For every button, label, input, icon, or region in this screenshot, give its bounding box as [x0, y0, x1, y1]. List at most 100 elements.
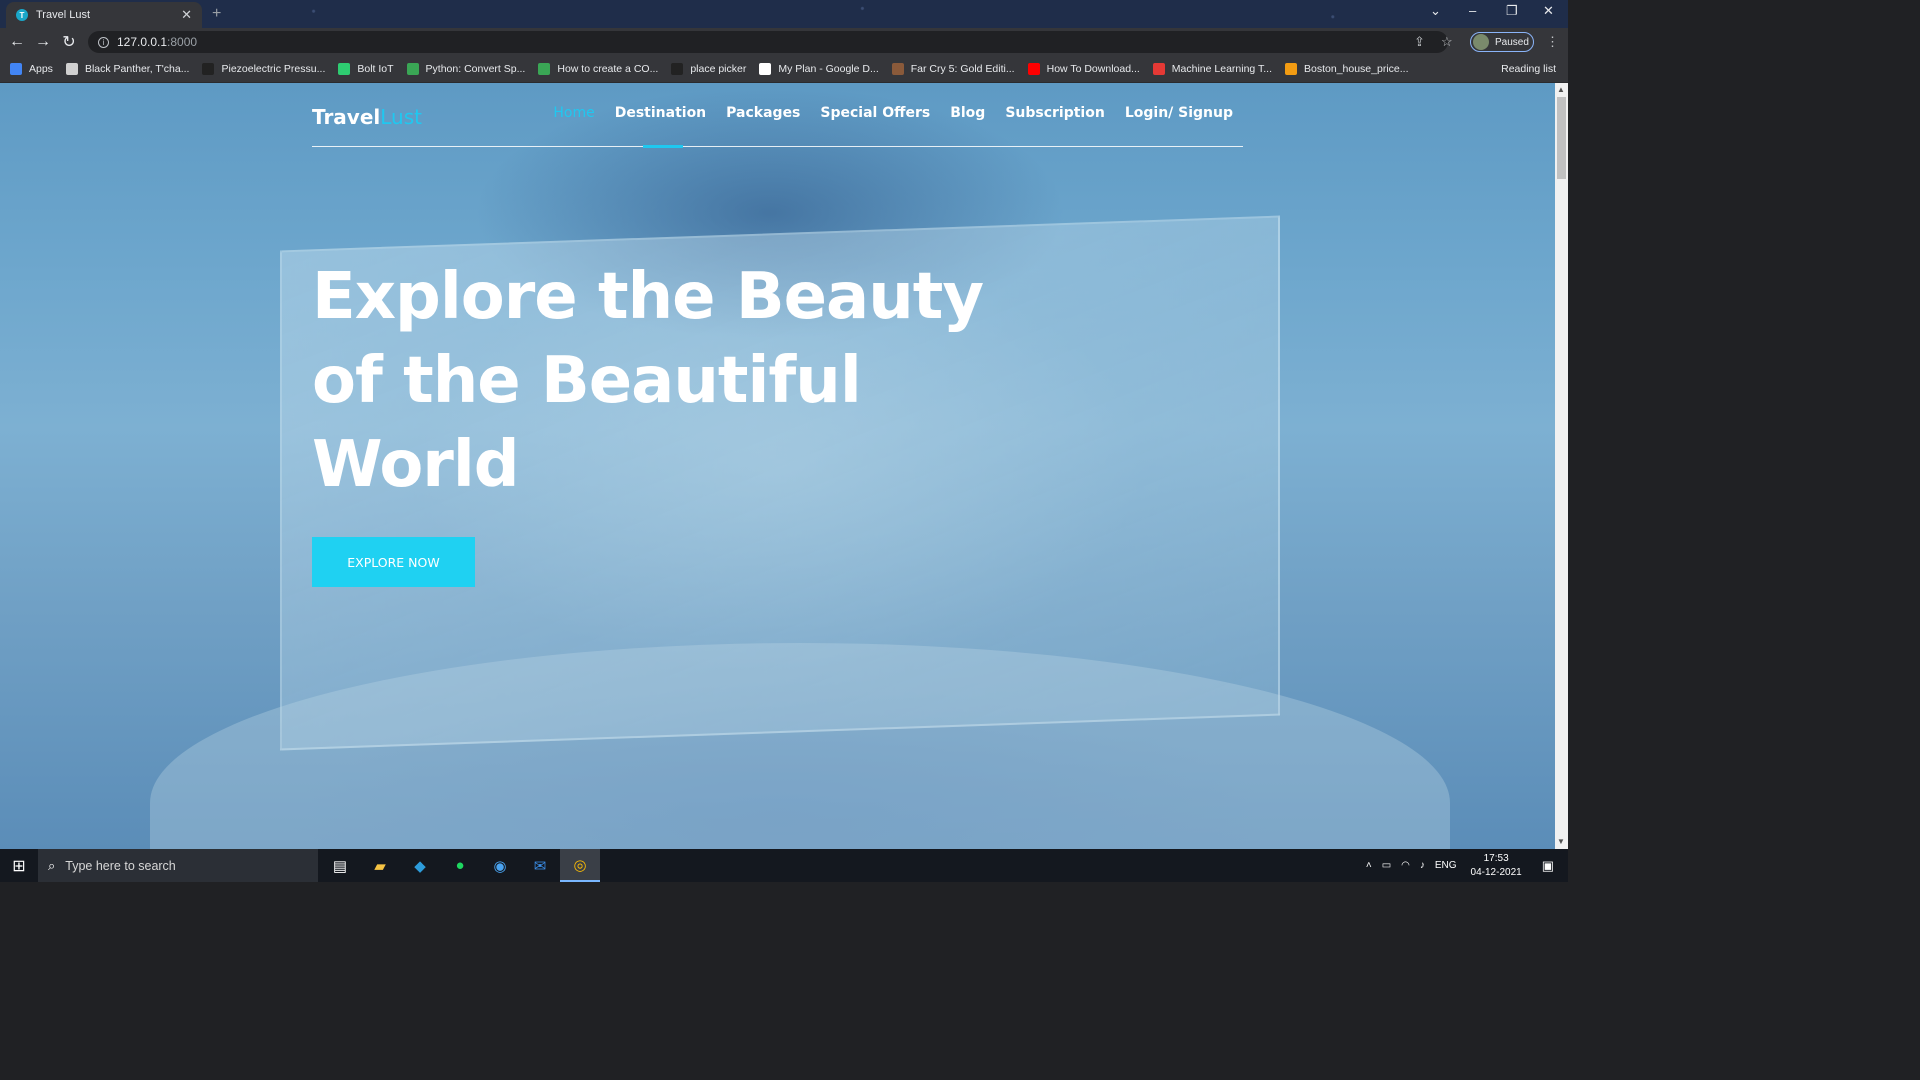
nav-subscription[interactable]: Subscription: [1005, 105, 1105, 121]
bookmark-label: My Plan - Google D...: [778, 63, 879, 75]
window-close-icon[interactable]: ✕: [1543, 3, 1554, 19]
share-icon[interactable]: ⇪: [1414, 34, 1425, 50]
bookmark-item[interactable]: Machine Learning T...: [1152, 63, 1272, 75]
bookmark-favicon-icon: [1152, 63, 1165, 75]
bookmark-item[interactable]: Piezoelectric Pressu...: [202, 63, 325, 75]
file-explorer-icon[interactable]: ▰: [360, 849, 400, 882]
bookmark-star-icon[interactable]: ☆: [1441, 34, 1453, 50]
bookmark-label: Bolt IoT: [357, 63, 394, 75]
tab-close-icon[interactable]: ✕: [181, 7, 192, 23]
forward-icon[interactable]: →: [30, 33, 56, 51]
system-tray: ˄ ▭ ◠ ♪ ENG 17:53 04-12-2021 ▣: [1356, 849, 1568, 882]
bookmark-favicon-icon: [202, 63, 215, 75]
site-header: TravelLust Home Destination Packages Spe…: [312, 83, 1243, 148]
app-w-icon[interactable]: ◉: [480, 849, 520, 882]
bookmark-label: How To Download...: [1046, 63, 1140, 75]
site-nav: Home Destination Packages Special Offers…: [533, 105, 1233, 121]
browser-tab[interactable]: T Travel Lust ✕: [6, 2, 202, 28]
scrollbar-thumb[interactable]: [1557, 97, 1566, 179]
bookmark-label: Piezoelectric Pressu...: [221, 63, 326, 75]
url-port: :8000: [167, 35, 198, 49]
profile-status: Paused: [1495, 36, 1529, 48]
site-logo[interactable]: TravelLust: [312, 105, 422, 129]
bookmark-label: place picker: [690, 63, 747, 75]
clock-date: 04-12-2021: [1470, 866, 1522, 878]
clock-time: 17:53: [1483, 852, 1509, 864]
tab-title: Travel Lust: [36, 9, 91, 21]
active-nav-indicator: [643, 145, 683, 148]
bookmarks-bar: Apps Black Panther, T'cha... Piezoelectric…: [0, 56, 1568, 83]
bookmark-favicon-icon: [671, 63, 684, 75]
mail-icon[interactable]: ✉: [520, 849, 560, 882]
back-icon[interactable]: ←: [4, 33, 30, 51]
reload-icon[interactable]: ↻: [56, 32, 82, 52]
bookmark-label: Apps: [29, 63, 53, 75]
bookmark-item[interactable]: Bolt IoT: [338, 63, 394, 75]
hero-line-1: Explore the Beauty: [312, 260, 984, 334]
scroll-up-icon[interactable]: ▲: [1557, 85, 1565, 94]
nav-home[interactable]: Home: [553, 105, 594, 121]
bookmark-favicon-icon: [891, 63, 904, 75]
bookmark-item[interactable]: How to create a CO...: [538, 63, 658, 75]
windows-start-icon[interactable]: ⊞: [0, 849, 38, 882]
nav-destination[interactable]: Destination: [615, 105, 706, 121]
search-icon: ⌕: [48, 857, 56, 873]
restore-icon[interactable]: ❐: [1506, 3, 1518, 19]
explore-now-button[interactable]: EXPLORE NOW: [312, 537, 475, 587]
hero-line-2: of the Beautiful: [312, 344, 862, 418]
hero-heading: Explore the Beauty of the Beautiful Worl…: [312, 255, 1012, 507]
scroll-down-icon[interactable]: ▼: [1557, 837, 1565, 846]
notifications-icon[interactable]: ▣: [1542, 858, 1554, 874]
nav-special-offers[interactable]: Special Offers: [820, 105, 930, 121]
bookmark-favicon-icon: [1285, 63, 1297, 75]
logo-accent-text: Lust: [380, 105, 422, 129]
bookmark-item[interactable]: Black Panther, T'cha...: [65, 63, 190, 75]
spotify-icon[interactable]: ●: [440, 849, 480, 882]
bookmark-favicon-icon: [1027, 63, 1040, 75]
bookmark-item[interactable]: Python: Convert Sp...: [406, 63, 526, 75]
battery-icon[interactable]: ▭: [1382, 860, 1391, 871]
bookmark-label: Black Panther, T'cha...: [84, 63, 190, 75]
clock[interactable]: 17:53 04-12-2021: [1471, 852, 1522, 880]
taskbar-search-placeholder: Type here to search: [65, 858, 176, 873]
wifi-icon[interactable]: ◠: [1401, 860, 1410, 871]
taskbar-search[interactable]: ⌕ Type here to search: [38, 849, 318, 882]
task-view-icon[interactable]: ▤: [320, 849, 360, 882]
volume-icon[interactable]: ♪: [1420, 860, 1425, 871]
nav-packages[interactable]: Packages: [726, 105, 800, 121]
vscode-icon[interactable]: ◆: [400, 849, 440, 882]
tray-chevron-icon[interactable]: ˄: [1366, 860, 1372, 871]
address-bar[interactable]: i 127.0.0.1:8000: [88, 31, 1448, 53]
tab-search-icon[interactable]: ⌄: [1430, 3, 1441, 19]
site-favicon-icon: T: [16, 9, 28, 21]
bookmark-item[interactable]: My Plan - Google D...: [759, 63, 879, 75]
apps-grid-icon: [10, 63, 22, 75]
nav-blog[interactable]: Blog: [950, 105, 985, 121]
page-scrollbar[interactable]: ▲ ▼: [1555, 83, 1568, 849]
site-info-icon[interactable]: i: [98, 36, 109, 48]
bookmark-item[interactable]: place picker: [671, 63, 746, 75]
menu-kebab-icon[interactable]: ⋮: [1546, 34, 1559, 50]
nav-login-signup[interactable]: Login/ Signup: [1125, 105, 1233, 121]
language-indicator[interactable]: ENG: [1435, 860, 1457, 871]
url-host: 127.0.0.1: [117, 35, 168, 49]
avatar: [1473, 34, 1489, 50]
webpage-viewport: TravelLust Home Destination Packages Spe…: [0, 83, 1555, 849]
hero-line-3: World: [312, 428, 520, 502]
reading-list-button[interactable]: Reading list: [1501, 63, 1556, 75]
bookmark-label: Python: Convert Sp...: [425, 63, 526, 75]
bookmark-favicon-icon: [406, 63, 419, 75]
minimize-icon[interactable]: –: [1469, 3, 1476, 18]
bookmark-favicon-icon: [338, 63, 351, 75]
windows-taskbar: ⊞ ⌕ Type here to search ▤ ▰ ◆ ● ◉ ✉ ◎ ˄ …: [0, 849, 1568, 882]
profile-button[interactable]: Paused: [1470, 32, 1534, 52]
bookmark-item[interactable]: How To Download...: [1027, 63, 1140, 75]
new-tab-button[interactable]: +: [212, 5, 221, 23]
bookmark-item[interactable]: Apps: [10, 63, 53, 75]
bookmark-item[interactable]: Far Cry 5: Gold Editi...: [891, 63, 1015, 75]
chrome-icon[interactable]: ◎: [560, 849, 600, 882]
bookmark-label: Machine Learning T...: [1171, 63, 1272, 75]
bookmark-item[interactable]: Boston_house_price...: [1285, 63, 1409, 75]
browser-tab-strip: T Travel Lust ✕ + ⌄ – ❐ ✕: [0, 0, 1568, 28]
bookmark-favicon-icon: [538, 63, 551, 75]
